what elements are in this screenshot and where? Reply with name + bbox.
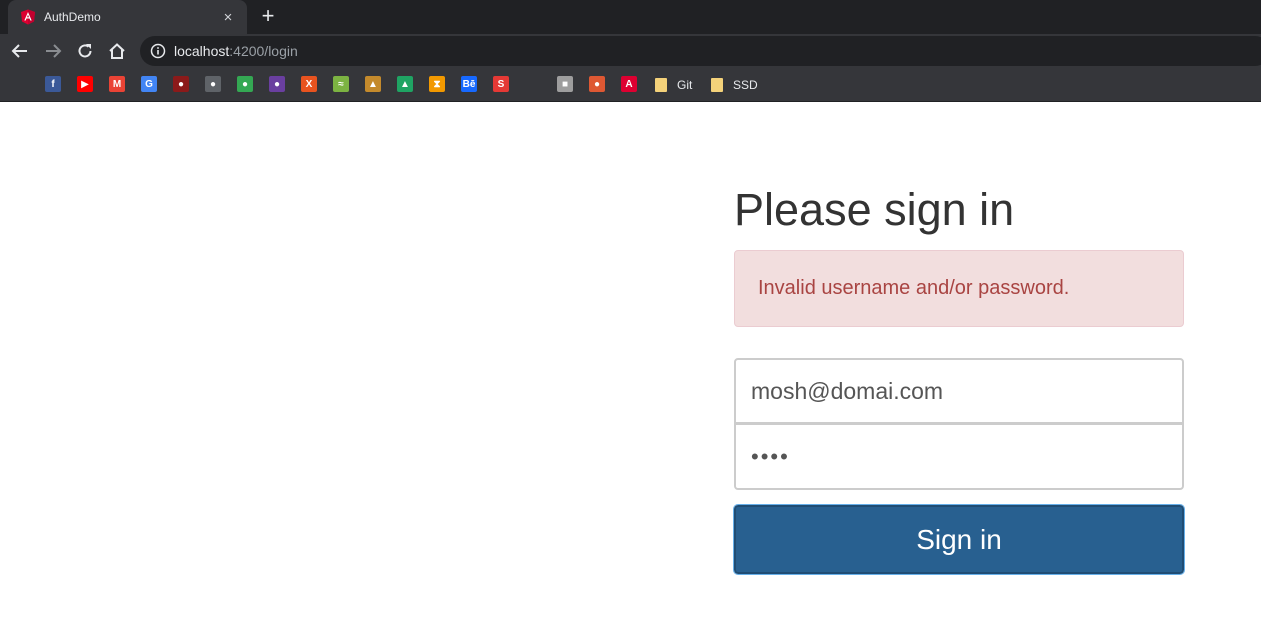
bookmark-folder-ssd[interactable]: SSD	[711, 76, 758, 94]
browser-tab[interactable]: AuthDemo ×	[8, 0, 247, 34]
tab-title: AuthDemo	[44, 10, 101, 24]
bookmark-x-brand-icon[interactable]: X	[301, 76, 317, 92]
bookmark-red-app-icon[interactable]: S	[493, 76, 509, 92]
back-button[interactable]	[6, 37, 34, 65]
bookmark-folder-label: SSD	[733, 78, 758, 92]
bookmark-gmail-icon[interactable]: M	[109, 76, 125, 92]
bookmark-behance-icon[interactable]: Bē	[461, 76, 477, 92]
url-path: :4200/login	[229, 43, 298, 59]
bookmark-youtube-icon[interactable]: ▶	[77, 76, 93, 92]
bookmark-folder-git[interactable]: Git	[655, 76, 692, 94]
info-icon[interactable]	[150, 43, 166, 59]
bookmark-hourglass-icon[interactable]: ⧗	[429, 76, 445, 92]
email-field[interactable]: mosh@domai.com	[734, 358, 1184, 424]
folder-icon	[655, 78, 667, 92]
bookmark-google-drive-icon[interactable]: ▲	[397, 76, 413, 92]
bookmark-incognito-icon[interactable]: ●	[205, 76, 221, 92]
bookmark-owl-icon[interactable]: ●	[237, 76, 253, 92]
folder-icon	[711, 78, 723, 92]
bookmarks-bar: f ▶ M G ● ● ● ● X ≈ ▲ ▲ ⧗ Bē S ■ ● A Git SSD	[0, 68, 1261, 102]
bookmark-tool-icon[interactable]: ■	[557, 76, 573, 92]
reload-icon	[78, 44, 92, 58]
bookmark-temple-icon[interactable]: ▲	[365, 76, 381, 92]
error-alert: Invalid username and/or password.	[734, 250, 1184, 327]
bookmark-angular-icon[interactable]: A	[621, 76, 637, 92]
bookmark-chart-brand-icon[interactable]: ≈	[333, 76, 349, 92]
sign-in-button[interactable]: Sign in	[733, 504, 1185, 575]
forward-button[interactable]	[39, 37, 67, 65]
bookmark-google-translate-icon[interactable]: G	[141, 76, 157, 92]
sign-in-form: Please sign in Invalid username and/or p…	[733, 180, 1185, 575]
browser-toolbar: localhost :4200/login	[0, 34, 1261, 68]
bookmark-facebook-icon[interactable]: f	[45, 76, 61, 92]
tab-strip: AuthDemo × +	[0, 0, 1261, 34]
home-button[interactable]	[103, 37, 131, 65]
back-arrow-icon	[11, 44, 27, 58]
page-title: Please sign in	[734, 184, 1015, 235]
bookmark-emblem-icon[interactable]: ●	[269, 76, 285, 92]
password-field[interactable]: ••••	[734, 424, 1184, 490]
angular-favicon-icon	[20, 9, 36, 25]
url-host: localhost	[174, 43, 230, 59]
new-tab-button[interactable]: +	[256, 5, 280, 29]
tab-close-icon[interactable]: ×	[219, 9, 237, 26]
bookmark-game-icon[interactable]: ●	[173, 76, 189, 92]
bookmark-folder-label: Git	[677, 78, 693, 92]
address-bar[interactable]: localhost :4200/login	[140, 36, 1261, 66]
bookmark-duckduckgo-icon[interactable]: ●	[589, 76, 605, 92]
home-icon	[109, 43, 125, 59]
forward-arrow-icon	[46, 44, 62, 58]
reload-button[interactable]	[71, 37, 99, 65]
